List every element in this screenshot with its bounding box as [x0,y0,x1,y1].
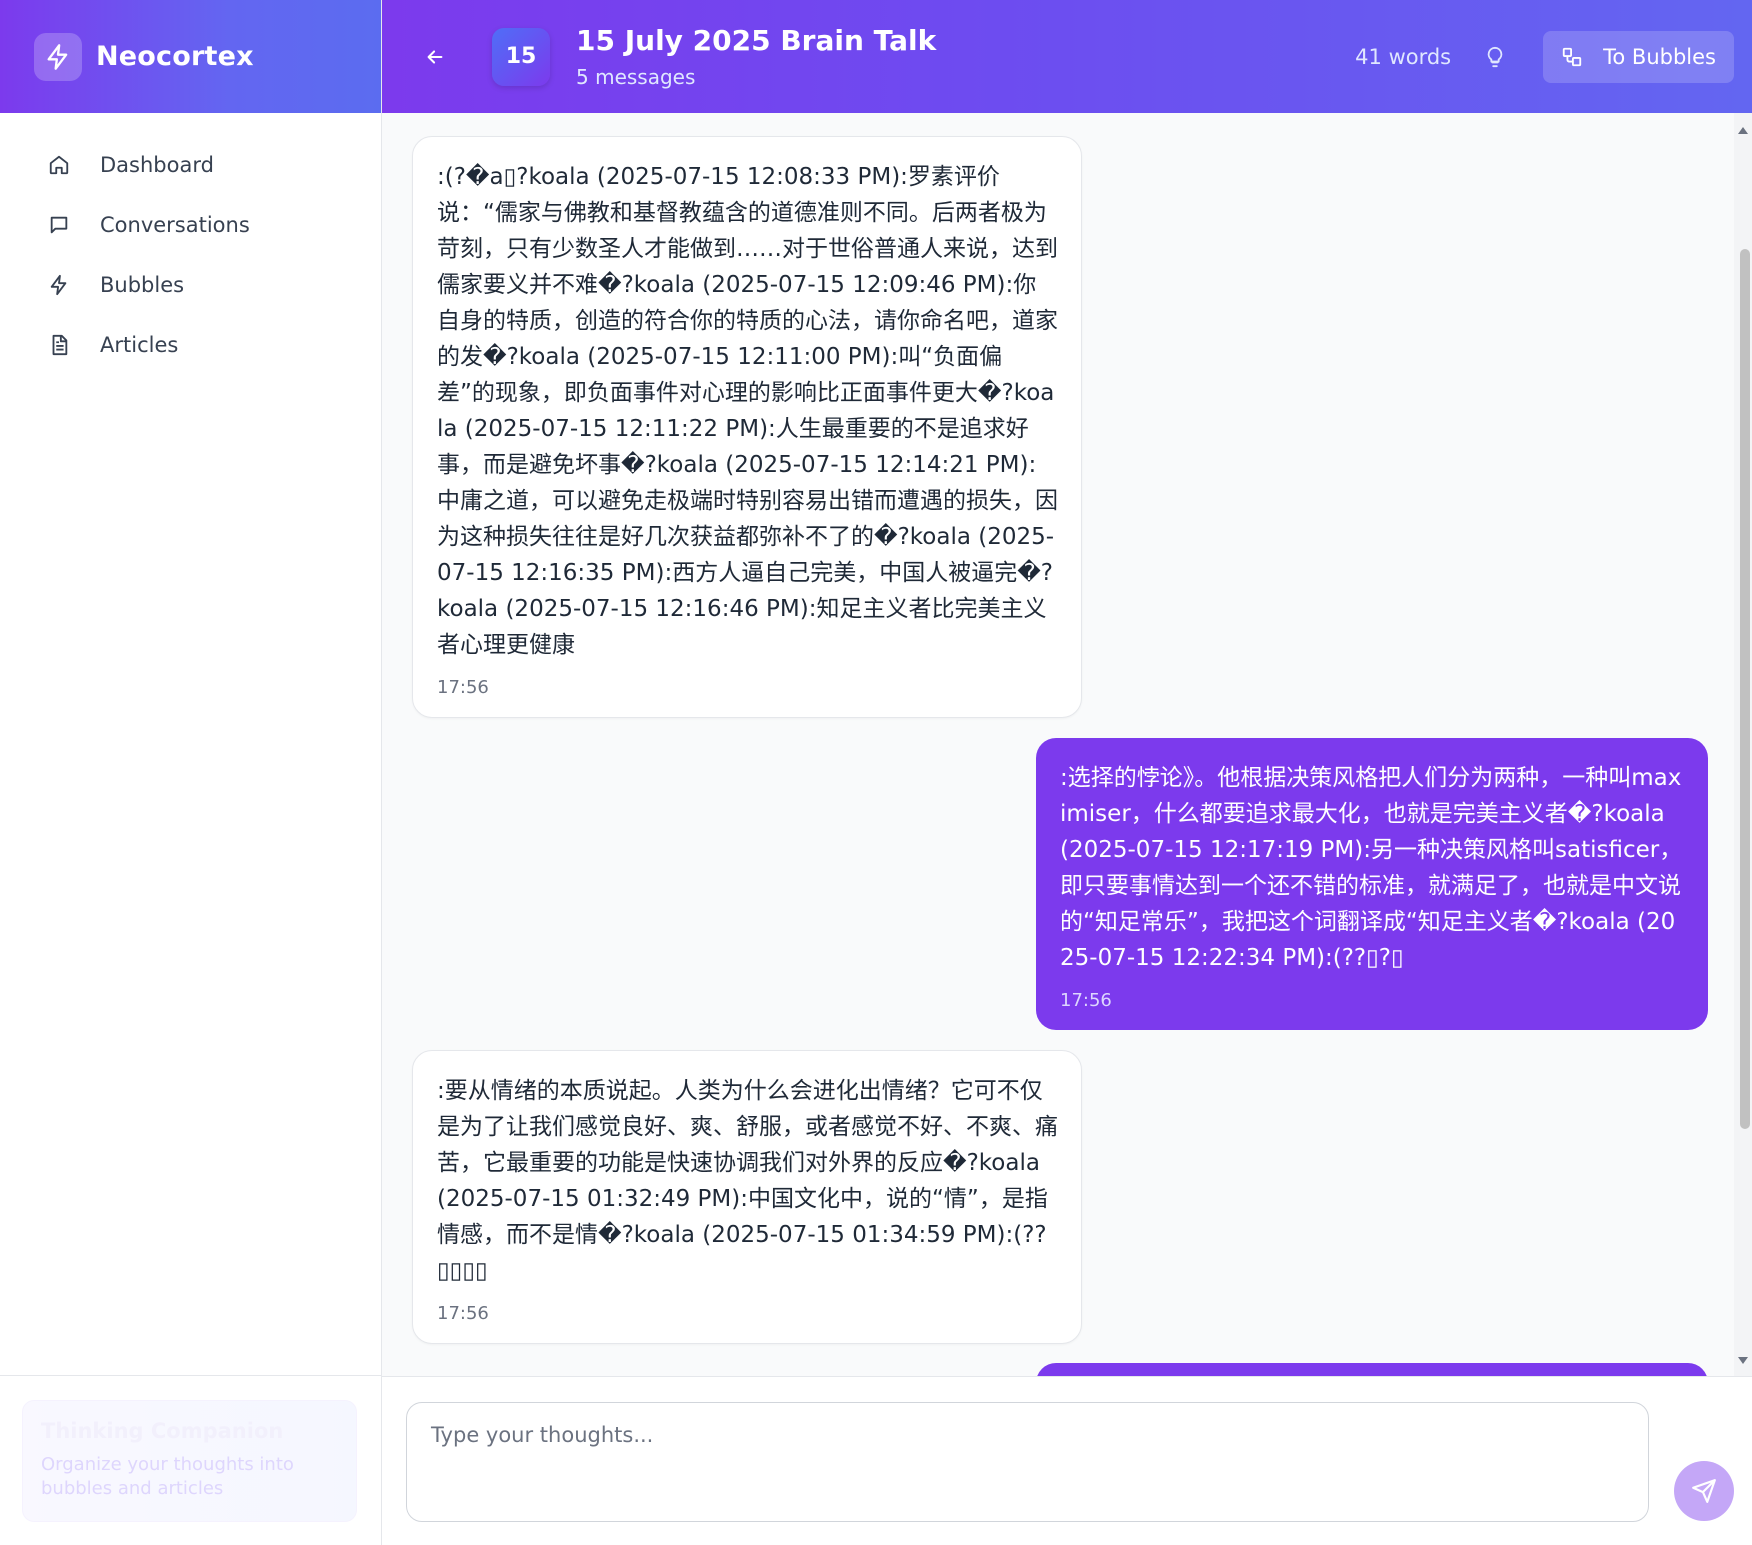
chat-icon [46,212,72,238]
arrow-left-icon [427,49,443,64]
conversation-title: 15 July 2025 Brain Talk [576,24,937,57]
send-button[interactable] [1674,1461,1734,1521]
document-icon [46,332,72,358]
brand-header: Neocortex [0,0,381,113]
header-actions: 41 words To Bubbles [1355,30,1752,83]
conversation-header: 15 15 July 2025 Brain Talk 5 messages 41… [382,0,1752,113]
date-badge: 15 [492,27,550,86]
message-text: :要从情绪的本质说起。人类为什么会进化出情绪？它可不仅是为了让我们感觉良好、爽、… [437,1078,1058,1284]
companion-subtitle: Organize your thoughts into bubbles and … [41,1454,294,1499]
sidebar-item-articles[interactable]: Articles [0,315,381,375]
chat-thread[interactable]: :(?�a▯?koala (2025-07-15 12:08:33 PM):罗素… [382,113,1752,1376]
sidebar-item-bubbles[interactable]: Bubbles [0,255,381,315]
message-time: 17:56 [437,1303,489,1324]
sidebar-item-dashboard[interactable]: Dashboard [0,135,381,195]
sidebar-item-label: Conversations [100,213,250,237]
send-icon [1692,1479,1716,1503]
scroll-down-icon[interactable] [1738,1357,1748,1364]
sidebar: Neocortex Dashboard Conversations Bubble… [0,0,382,1545]
nodes-icon [1561,46,1583,68]
word-count: 41 words [1355,44,1452,69]
chat-scrollbar[interactable] [1734,113,1752,1376]
message-count: 5 messages [576,65,696,89]
message-text: :(?�a▯?koala (2025-07-15 12:08:33 PM):罗素… [437,164,1058,658]
message-input[interactable] [406,1402,1649,1522]
assistant-message: :要从情绪的本质说起。人类为什么会进化出情绪？它可不仅是为了让我们感觉良好、爽、… [412,1050,1082,1344]
sidebar-footer: Thinking Companion Organize your thought… [0,1375,381,1545]
back-button[interactable] [415,37,455,77]
message-text: :选择的悖论》。他根据决策风格把人们分为两种，一种叫maximiser，什么都要… [1060,765,1683,971]
sidebar-item-label: Bubbles [100,273,185,297]
thinking-companion-card: Thinking Companion Organize your thought… [22,1400,357,1522]
to-bubbles-label: To Bubbles [1603,44,1716,69]
scroll-up-icon[interactable] [1738,127,1748,134]
sidebar-item-conversations[interactable]: Conversations [0,195,381,255]
message-time: 17:56 [1060,990,1112,1011]
title-block: 15 July 2025 Brain Talk 5 messages [576,24,936,89]
composer [382,1376,1752,1545]
user-message: :选择的悖论》。他根据决策风格把人们分为两种，一种叫maximiser，什么都要… [1036,738,1708,1030]
sidebar-item-label: Articles [100,333,179,357]
to-bubbles-button[interactable]: To Bubbles [1543,30,1734,83]
bolt-icon [46,272,72,298]
companion-title: Thinking Companion [41,1419,284,1443]
scroll-thumb[interactable] [1740,249,1750,1129]
user-message-partial [1036,1363,1708,1376]
sidebar-nav: Dashboard Conversations Bubbles Articles [0,113,381,375]
brand-name[interactable]: Neocortex [96,41,254,72]
message-time: 17:56 [437,677,489,698]
home-icon [46,152,72,178]
bolt-icon[interactable] [34,32,82,81]
sidebar-item-label: Dashboard [100,153,214,177]
lightbulb-icon[interactable] [1477,39,1513,75]
assistant-message: :(?�a▯?koala (2025-07-15 12:08:33 PM):罗素… [412,136,1082,718]
